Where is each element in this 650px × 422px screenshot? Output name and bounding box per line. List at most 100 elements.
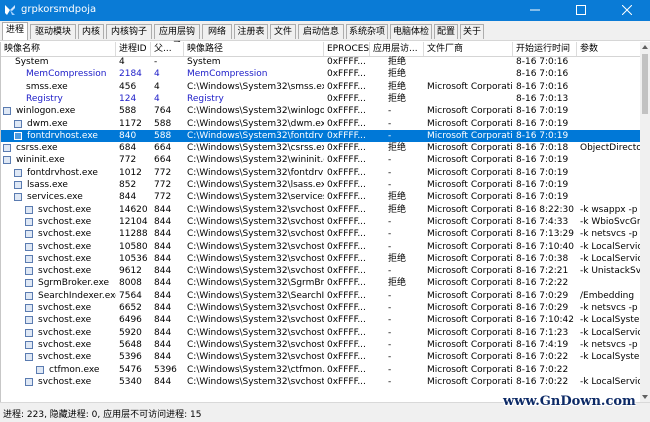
cell-args	[577, 277, 641, 289]
table-row[interactable]: svchost.exe 10536 844 C:\Windows\System32\s…	[1, 253, 641, 265]
cell-ppid: 588	[154, 130, 172, 141]
col-start-time[interactable]: 开始运行时间	[513, 42, 577, 56]
table-row[interactable]: SearchIndexer.exe 7564 844 C:\Windows\Syste…	[1, 290, 641, 302]
app-icon	[5, 5, 15, 15]
cell-name: SgrmBroker.exe	[38, 278, 110, 289]
table-row[interactable]: svchost.exe 11288 844 C:\Windows\System32\s…	[1, 228, 641, 240]
cell-args: -k UnistackSvc...	[580, 266, 641, 277]
cell-start: 8-16 7:13:29	[516, 229, 574, 240]
cell-name: MemCompression	[26, 69, 107, 80]
cell-name: SearchIndexer.exe	[38, 290, 116, 301]
tab-process[interactable]: 进程	[2, 22, 28, 40]
process-table[interactable]: 映像名称 进程ID 父... 映像路径 EPROCESS 应用层访... 文件厂…	[0, 42, 641, 402]
tab-about[interactable]: 关于	[460, 24, 484, 39]
col-args[interactable]: 参数	[577, 42, 641, 56]
col-image-path[interactable]: 映像路径	[184, 42, 324, 56]
col-image-name[interactable]: 映像名称	[1, 42, 116, 56]
tab-health-check[interactable]: 电脑体检	[390, 24, 432, 39]
cell-access: -	[388, 376, 392, 387]
table-row[interactable]: winlogon.exe 588 764 C:\Windows\System32\wi…	[1, 105, 641, 117]
cell-path: Registry	[187, 93, 224, 104]
cell-name: services.exe	[27, 192, 83, 203]
minimize-button[interactable]	[512, 0, 558, 21]
tab-startup[interactable]: 启动信息	[298, 24, 344, 39]
table-row[interactable]: services.exe 844 772 C:\Windows\System32\se…	[1, 191, 641, 203]
table-row[interactable]: ctfmon.exe 5476 5396 C:\Windows\System32\ct…	[1, 364, 641, 376]
tab-app-hooks[interactable]: 应用层钩子	[154, 24, 200, 51]
cell-eprocess: 0xFFFF...	[327, 253, 366, 264]
cell-args	[577, 68, 641, 80]
cell-access: 拒绝	[388, 57, 407, 67]
table-row[interactable]: System 4 - System 0xFFFF... 拒绝 8-16 7:0:16	[1, 56, 641, 68]
title-bar: grpkorsmdpoja	[0, 0, 650, 21]
col-ppid[interactable]: 父...	[151, 42, 184, 56]
col-app-access[interactable]: 应用层访...	[370, 42, 424, 56]
table-row[interactable]: fontdrvhost.exe 840 588 C:\Windows\System32…	[1, 129, 641, 143]
table-row[interactable]: svchost.exe 5920 844 C:\Windows\System32\sv…	[1, 327, 641, 339]
table-row[interactable]: svchost.exe 9612 844 C:\Windows\System32\sv…	[1, 265, 641, 277]
vertical-scrollbar[interactable]	[640, 42, 650, 402]
table-row[interactable]: wininit.exe 772 664 C:\Windows\System32\win…	[1, 154, 641, 166]
table-row[interactable]: smss.exe 456 4 C:\Windows\System32\smss.exe…	[1, 81, 641, 93]
cell-start: 8-16 7:0:19	[516, 167, 569, 178]
tab-kernel-hooks[interactable]: 内核钩子	[106, 24, 152, 39]
tab-system-misc[interactable]: 系统杂项	[346, 24, 388, 39]
table-row[interactable]: fontdrvhost.exe 1012 772 C:\Windows\System3…	[1, 167, 641, 179]
cell-vendor	[424, 56, 513, 68]
cell-eprocess: 0xFFFF...	[327, 315, 366, 326]
cell-vendor: Microsoft Corporation	[427, 303, 513, 313]
cell-args: /Embedding	[580, 290, 635, 301]
process-icon	[25, 217, 33, 226]
cell-args: -k netsvcs -p -...	[580, 339, 641, 350]
table-row[interactable]: svchost.exe 6652 844 C:\Windows\System32\sv…	[1, 302, 641, 314]
scroll-thumb[interactable]	[642, 54, 648, 114]
table-row[interactable]: SgrmBroker.exe 8008 844 C:\Windows\System32…	[1, 277, 641, 289]
cell-pid: 6496	[119, 315, 142, 326]
table-row[interactable]: svchost.exe 12104 844 C:\Windows\System32\s…	[1, 216, 641, 228]
cell-pid: 14620	[119, 204, 148, 215]
cell-vendor: Microsoft Corporation	[427, 290, 513, 301]
process-icon	[3, 156, 11, 165]
table-row[interactable]: svchost.exe 5340 844 C:\Windows\System32\sv…	[1, 376, 641, 388]
table-row[interactable]: Registry 124 4 Registry 0xFFFF... 拒绝 8-16 7:0:…	[1, 93, 641, 105]
table-row[interactable]: MemCompression 2184 4 MemCompression 0xFFFF.…	[1, 68, 641, 80]
col-pid[interactable]: 进程ID	[116, 42, 151, 56]
cell-name: svchost.exe	[38, 303, 92, 313]
close-button[interactable]	[604, 0, 650, 21]
scroll-down-icon[interactable]	[642, 394, 648, 400]
cell-eprocess: 0xFFFF...	[327, 93, 366, 104]
process-icon	[25, 304, 33, 312]
cell-access: -	[388, 155, 392, 166]
cell-ppid: 844	[154, 303, 172, 313]
table-row[interactable]: dwm.exe 1172 588 C:\Windows\System32\dwm.ex…	[1, 118, 641, 130]
cell-vendor: Microsoft Corporation	[427, 130, 513, 141]
tab-kernel[interactable]: 内核	[78, 24, 104, 39]
col-vendor[interactable]: 文件厂商	[424, 42, 513, 56]
cell-start: 8-16 7:0:22	[516, 352, 569, 363]
cell-name: Registry	[26, 93, 63, 104]
tab-network[interactable]: 网络	[202, 24, 232, 39]
cell-vendor: Microsoft Corporation	[427, 266, 513, 277]
cell-args	[577, 81, 641, 93]
scroll-up-icon[interactable]	[642, 44, 648, 50]
table-row[interactable]: svchost.exe 5648 844 C:\Windows\System32\sv…	[1, 339, 641, 351]
table-row[interactable]: svchost.exe 6496 844 C:\Windows\System32\sv…	[1, 314, 641, 326]
cell-path: C:\Windows\System32\svchost.exe	[187, 327, 324, 338]
cell-ppid: 844	[154, 376, 172, 387]
tab-driver-modules[interactable]: 驱动模块	[30, 24, 76, 39]
cell-eprocess: 0xFFFF...	[327, 229, 366, 240]
cell-access: -	[388, 229, 392, 240]
table-row[interactable]: svchost.exe 10580 844 C:\Windows\System32\s…	[1, 241, 641, 253]
tab-registry[interactable]: 注册表	[234, 24, 268, 39]
table-row[interactable]: csrss.exe 684 664 C:\Windows\System32\csrss…	[1, 142, 641, 154]
tab-file[interactable]: 文件	[270, 24, 296, 39]
maximize-button[interactable]	[558, 0, 604, 21]
cell-name: wininit.exe	[16, 155, 65, 166]
table-row[interactable]: svchost.exe 5396 844 C:\Windows\System32\sv…	[1, 351, 641, 363]
col-eprocess[interactable]: EPROCESS	[324, 42, 370, 56]
table-row[interactable]: lsass.exe 852 772 C:\Windows\System32\lsass…	[1, 179, 641, 191]
cell-path: C:\Windows\System32\svchost.exe	[187, 204, 324, 215]
table-row[interactable]: svchost.exe 14620 844 C:\Windows\System32\s…	[1, 204, 641, 216]
tab-config[interactable]: 配置	[434, 24, 458, 39]
cell-vendor: Microsoft Corporation	[427, 106, 513, 117]
